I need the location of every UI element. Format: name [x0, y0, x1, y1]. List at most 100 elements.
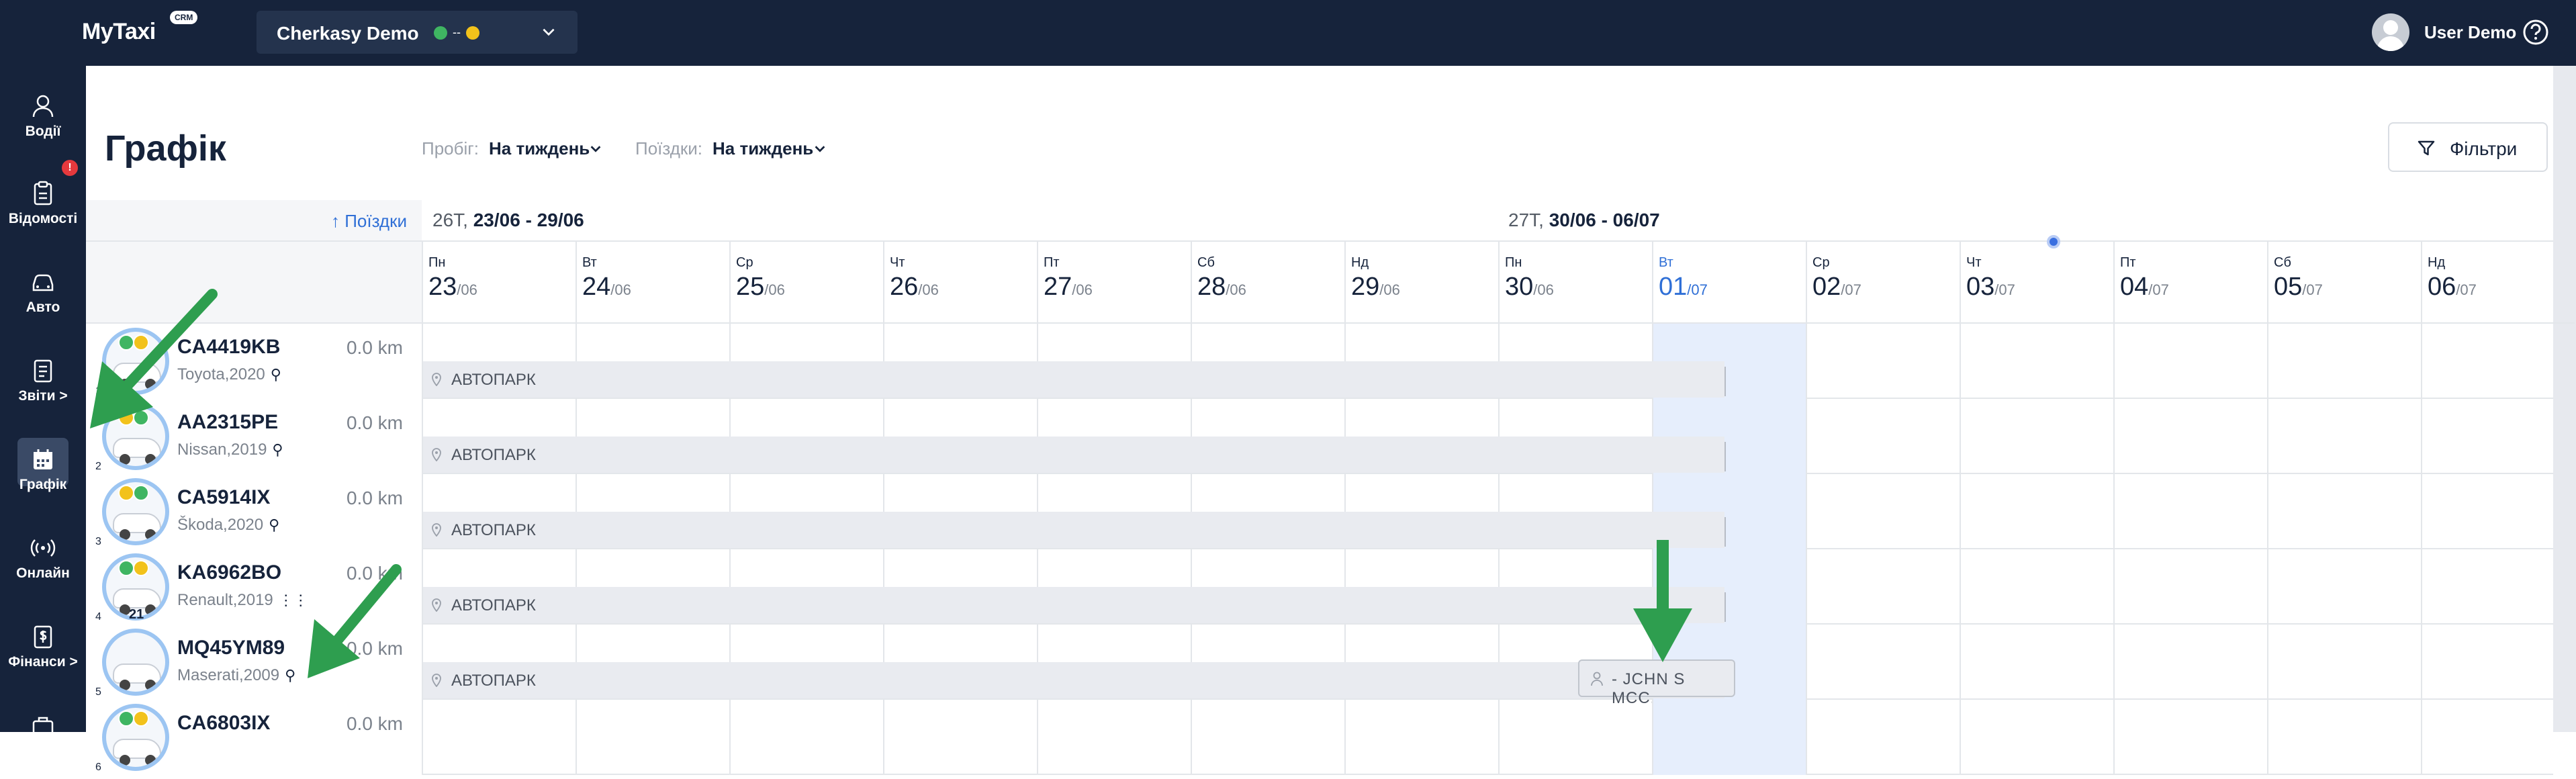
- sidebar-item-cars[interactable]: Авто: [0, 255, 86, 336]
- sidebar-item-online[interactable]: Онлайн: [0, 521, 86, 602]
- schedule-cell[interactable]: [2421, 549, 2575, 625]
- day-header: Пт 04/07: [2113, 242, 2267, 324]
- schedule-cell[interactable]: [2267, 324, 2421, 399]
- table-row[interactable]: 3 CA5914IX 0.0 km Škoda,2020 ⚲ АВТОПАРК: [86, 474, 2553, 549]
- sidebar-item-label: Звіти >: [18, 388, 68, 404]
- vehicle-plate[interactable]: CA5914IX: [177, 486, 270, 509]
- sidebar-item-schedule[interactable]: Графік: [0, 432, 86, 513]
- user-avatar[interactable]: [2372, 13, 2409, 51]
- table-row[interactable]: 2 AA2315PE 0.0 km Nissan,2019 ⚲ АВТОПАРК: [86, 399, 2553, 474]
- main-content: Графік Пробіг: На тиждень Поїздки: На ти…: [86, 66, 2576, 775]
- schedule-cell[interactable]: [2421, 700, 2575, 775]
- schedule-cell[interactable]: [2113, 625, 2267, 700]
- schedule-cell[interactable]: [1806, 399, 1960, 474]
- schedule-cell[interactable]: [2267, 549, 2421, 625]
- day-header: Нд 29/06: [1344, 242, 1498, 324]
- help-icon[interactable]: [2522, 19, 2549, 46]
- assignment-bar[interactable]: АВТОПАРК: [423, 662, 1726, 698]
- schedule-cell[interactable]: [729, 700, 883, 775]
- assignment-bar[interactable]: АВТОПАРК: [423, 587, 1726, 623]
- schedule-cell[interactable]: [2113, 399, 2267, 474]
- schedule-cell[interactable]: [1960, 549, 2113, 625]
- schedule-cell[interactable]: [1806, 324, 1960, 399]
- schedule-cell[interactable]: [2267, 399, 2421, 474]
- schedule-cell[interactable]: [1191, 700, 1344, 775]
- schedule-cell[interactable]: [2267, 700, 2421, 775]
- day-date: 03/07: [1966, 273, 2015, 301]
- day-name: Пт: [2120, 255, 2136, 270]
- status-badge-icon: [118, 711, 134, 727]
- chevron-down-icon[interactable]: [813, 141, 827, 156]
- schedule-cell[interactable]: [2113, 700, 2267, 775]
- trips-filter-dropdown[interactable]: На тиждень: [712, 138, 813, 159]
- table-row[interactable]: 1CA4419KB0.0 kmToyota,2020⚲АВТОПАРК: [86, 324, 2553, 399]
- sidebar-item-reports[interactable]: Звіти >: [0, 344, 86, 424]
- day-date: 23/06: [428, 273, 477, 301]
- schedule-cell[interactable]: [1652, 700, 1806, 775]
- schedule-cell[interactable]: [1806, 474, 1960, 549]
- schedule-cell[interactable]: [2113, 324, 2267, 399]
- day-name: Пн: [428, 255, 446, 270]
- bar-end-handle[interactable]: [1724, 592, 1726, 622]
- sidebar-item-drivers[interactable]: Водії: [0, 79, 86, 160]
- day-name: Нд: [1351, 255, 1369, 270]
- schedule-cell[interactable]: [1960, 324, 2113, 399]
- mileage-filter-dropdown[interactable]: На тиждень: [489, 138, 590, 159]
- table-row[interactable]: 6 CA6803IX 0.0 km: [86, 700, 2553, 775]
- vehicle-plate[interactable]: KA6962BO: [177, 561, 281, 584]
- car-icon: [32, 274, 54, 291]
- day-date: 26/06: [890, 273, 939, 301]
- day-date: 24/06: [582, 273, 631, 301]
- schedule-cell[interactable]: [1960, 700, 2113, 775]
- schedule-cell[interactable]: [2113, 474, 2267, 549]
- vehicle-info[interactable]: 3 CA5914IX 0.0 km Škoda,2020 ⚲: [86, 474, 422, 549]
- day-date: 27/06: [1044, 273, 1093, 301]
- app-logo[interactable]: MyTaxi: [82, 19, 156, 45]
- schedule-cell[interactable]: [576, 700, 729, 775]
- schedule-cell[interactable]: [1344, 700, 1498, 775]
- chevron-down-icon[interactable]: [588, 141, 603, 156]
- bar-end-handle[interactable]: [1724, 442, 1726, 471]
- schedule-cell[interactable]: [1806, 625, 1960, 700]
- sidebar-item-more[interactable]: [0, 698, 86, 779]
- user-name[interactable]: User Demo: [2424, 22, 2516, 43]
- schedule-cell[interactable]: [2267, 474, 2421, 549]
- company-selector[interactable]: Cherkasy Demo --: [257, 11, 578, 54]
- schedule-cell[interactable]: [1960, 474, 2113, 549]
- assignment-bar[interactable]: АВТОПАРК: [423, 437, 1726, 473]
- schedule-cells: АВТОПАРК: [422, 549, 2553, 625]
- table-row[interactable]: 4 KA6962BO 0.0 km Renault,2019 ⋮⋮ 21 АВТОПАРК: [86, 549, 2553, 625]
- calendar-icon: [34, 449, 52, 469]
- filters-button[interactable]: Фільтри: [2388, 122, 2548, 172]
- schedule-cell[interactable]: [2421, 324, 2575, 399]
- sidebar-item-statements[interactable]: Відомості: [0, 167, 86, 247]
- schedule-cell[interactable]: [2113, 549, 2267, 625]
- schedule-cell[interactable]: [422, 700, 576, 775]
- schedule-cell[interactable]: [1806, 549, 1960, 625]
- vehicle-plate[interactable]: MQ45YM89: [177, 637, 285, 659]
- assignment-bar[interactable]: АВТОПАРК: [423, 361, 1726, 398]
- schedule-cell[interactable]: [2421, 625, 2575, 700]
- schedule-cell[interactable]: [883, 700, 1037, 775]
- day-date: 25/06: [736, 273, 785, 301]
- assignment-bar[interactable]: АВТОПАРК: [423, 512, 1726, 548]
- schedule-cell[interactable]: [1037, 700, 1191, 775]
- vehicle-info[interactable]: 6 CA6803IX 0.0 km: [86, 700, 422, 775]
- table-row[interactable]: 5 MQ45YM89 0.0 km Maserati,2009 ⚲ АВТОПАРК - J…: [86, 625, 2553, 707]
- schedule-cell[interactable]: [2267, 625, 2421, 700]
- sort-by-trips-link[interactable]: ↑ Поїздки: [331, 211, 407, 232]
- schedule-cell[interactable]: [2421, 474, 2575, 549]
- bar-end-handle[interactable]: [1724, 517, 1726, 547]
- schedule-cell[interactable]: [2421, 399, 2575, 474]
- vehicle-plate[interactable]: CA6803IX: [177, 712, 270, 735]
- vehicle-model: Škoda,2020 ⚲: [177, 516, 280, 534]
- schedule-cell[interactable]: [1806, 700, 1960, 775]
- schedule-cell[interactable]: [1498, 700, 1652, 775]
- sidebar-item-label: Відомості: [8, 211, 78, 226]
- location-pin-icon: [432, 674, 441, 687]
- schedule-cell[interactable]: [1960, 625, 2113, 700]
- bar-end-handle[interactable]: [1724, 367, 1726, 396]
- day-name: Чт: [890, 255, 905, 270]
- sidebar-item-finance[interactable]: Фінанси >: [0, 610, 86, 690]
- schedule-cell[interactable]: [1960, 399, 2113, 474]
